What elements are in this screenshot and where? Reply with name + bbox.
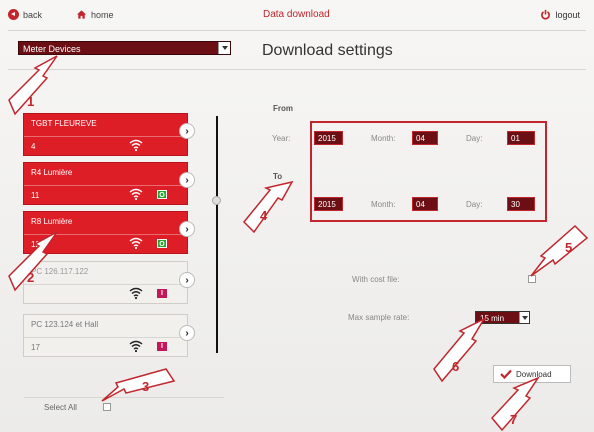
wifi-icon — [129, 139, 143, 152]
cost-file-label: With cost file: — [352, 275, 400, 284]
wifi-icon — [129, 237, 143, 250]
home-icon — [76, 10, 87, 19]
callout-number: 4 — [260, 208, 268, 223]
to-year-field[interactable]: 2015 — [314, 197, 343, 211]
device-card[interactable]: R4 Lumière 11 O — [23, 162, 188, 205]
device-number: 4 — [31, 142, 36, 151]
max-sample-rate-label: Max sample rate: — [348, 313, 410, 322]
from-month-label: Month: — [371, 134, 396, 143]
from-year-field[interactable]: 2015 — [314, 131, 343, 145]
status-badge: O — [157, 239, 167, 248]
chevron-right-icon: › — [185, 327, 189, 339]
callout-number: 3 — [142, 379, 149, 394]
wifi-icon — [129, 287, 143, 300]
header-divider — [8, 30, 586, 31]
device-name: R4 Lumière — [31, 168, 73, 177]
device-expand-button[interactable]: › — [179, 221, 195, 237]
list-scrollbar[interactable] — [216, 116, 218, 353]
callout-7: 7 — [491, 376, 540, 432]
callout-1: 1 — [8, 55, 58, 116]
callout-number: 5 — [565, 240, 572, 255]
home-label: home — [91, 9, 114, 20]
to-day-field[interactable]: 30 — [507, 197, 535, 211]
card-divider — [24, 185, 187, 186]
device-name: R8 Lumière — [31, 217, 73, 226]
section-divider — [8, 69, 586, 70]
chevron-down-icon[interactable] — [519, 312, 529, 323]
callout-6: 6 — [433, 317, 486, 383]
device-expand-button[interactable]: › — [179, 272, 195, 288]
logout-label: logout — [555, 9, 580, 20]
device-number: 11 — [31, 191, 40, 200]
logout-button[interactable]: logout — [540, 9, 580, 20]
status-badge: I — [157, 289, 167, 298]
to-month-label: Month: — [371, 200, 396, 209]
wifi-icon — [129, 340, 143, 353]
select-all-label: Select All — [44, 403, 77, 412]
page-title: Data download — [263, 9, 330, 20]
from-heading: From — [273, 104, 293, 113]
callout-number: 2 — [27, 270, 34, 285]
power-icon — [541, 9, 551, 20]
back-label: back — [23, 9, 43, 20]
status-badge: I — [157, 342, 167, 351]
to-day-label: Day: — [466, 200, 483, 209]
callout-3: 3 — [101, 368, 176, 402]
wifi-icon — [129, 188, 143, 201]
callout-number: 1 — [27, 94, 34, 109]
chevron-right-icon: › — [185, 223, 189, 235]
top-bar: back home Data download logout — [0, 0, 594, 30]
callout-5: 5 — [530, 224, 589, 277]
chevron-right-icon: › — [185, 125, 189, 137]
device-name: PC 123.124 et Hall — [31, 320, 99, 329]
callout-4: 4 — [242, 180, 294, 234]
panel-title: Download settings — [262, 42, 393, 59]
back-button[interactable]: back — [8, 9, 42, 20]
back-arrow-icon — [8, 9, 19, 20]
device-expand-button[interactable]: › — [179, 325, 195, 341]
to-month-field[interactable]: 04 — [412, 197, 438, 211]
callout-number: 6 — [452, 359, 459, 374]
device-expand-button[interactable]: › — [179, 123, 195, 139]
status-badge: O — [157, 190, 167, 199]
card-divider — [24, 136, 187, 137]
from-year-label: Year: — [272, 134, 291, 143]
scrollbar-handle[interactable] — [212, 196, 221, 205]
device-number: 17 — [31, 343, 40, 352]
from-month-field[interactable]: 04 — [412, 131, 438, 145]
device-expand-button[interactable]: › — [179, 172, 195, 188]
callout-number: 7 — [510, 412, 517, 427]
chevron-down-icon[interactable] — [218, 42, 230, 54]
chevron-right-icon: › — [185, 274, 189, 286]
from-day-label: Day: — [466, 134, 483, 143]
home-button[interactable]: home — [76, 9, 114, 20]
device-card[interactable]: PC 123.124 et Hall 17 I — [23, 314, 188, 357]
callout-2: 2 — [8, 231, 58, 292]
chevron-right-icon: › — [185, 174, 189, 186]
from-day-field[interactable]: 01 — [507, 131, 535, 145]
card-divider — [24, 337, 187, 338]
